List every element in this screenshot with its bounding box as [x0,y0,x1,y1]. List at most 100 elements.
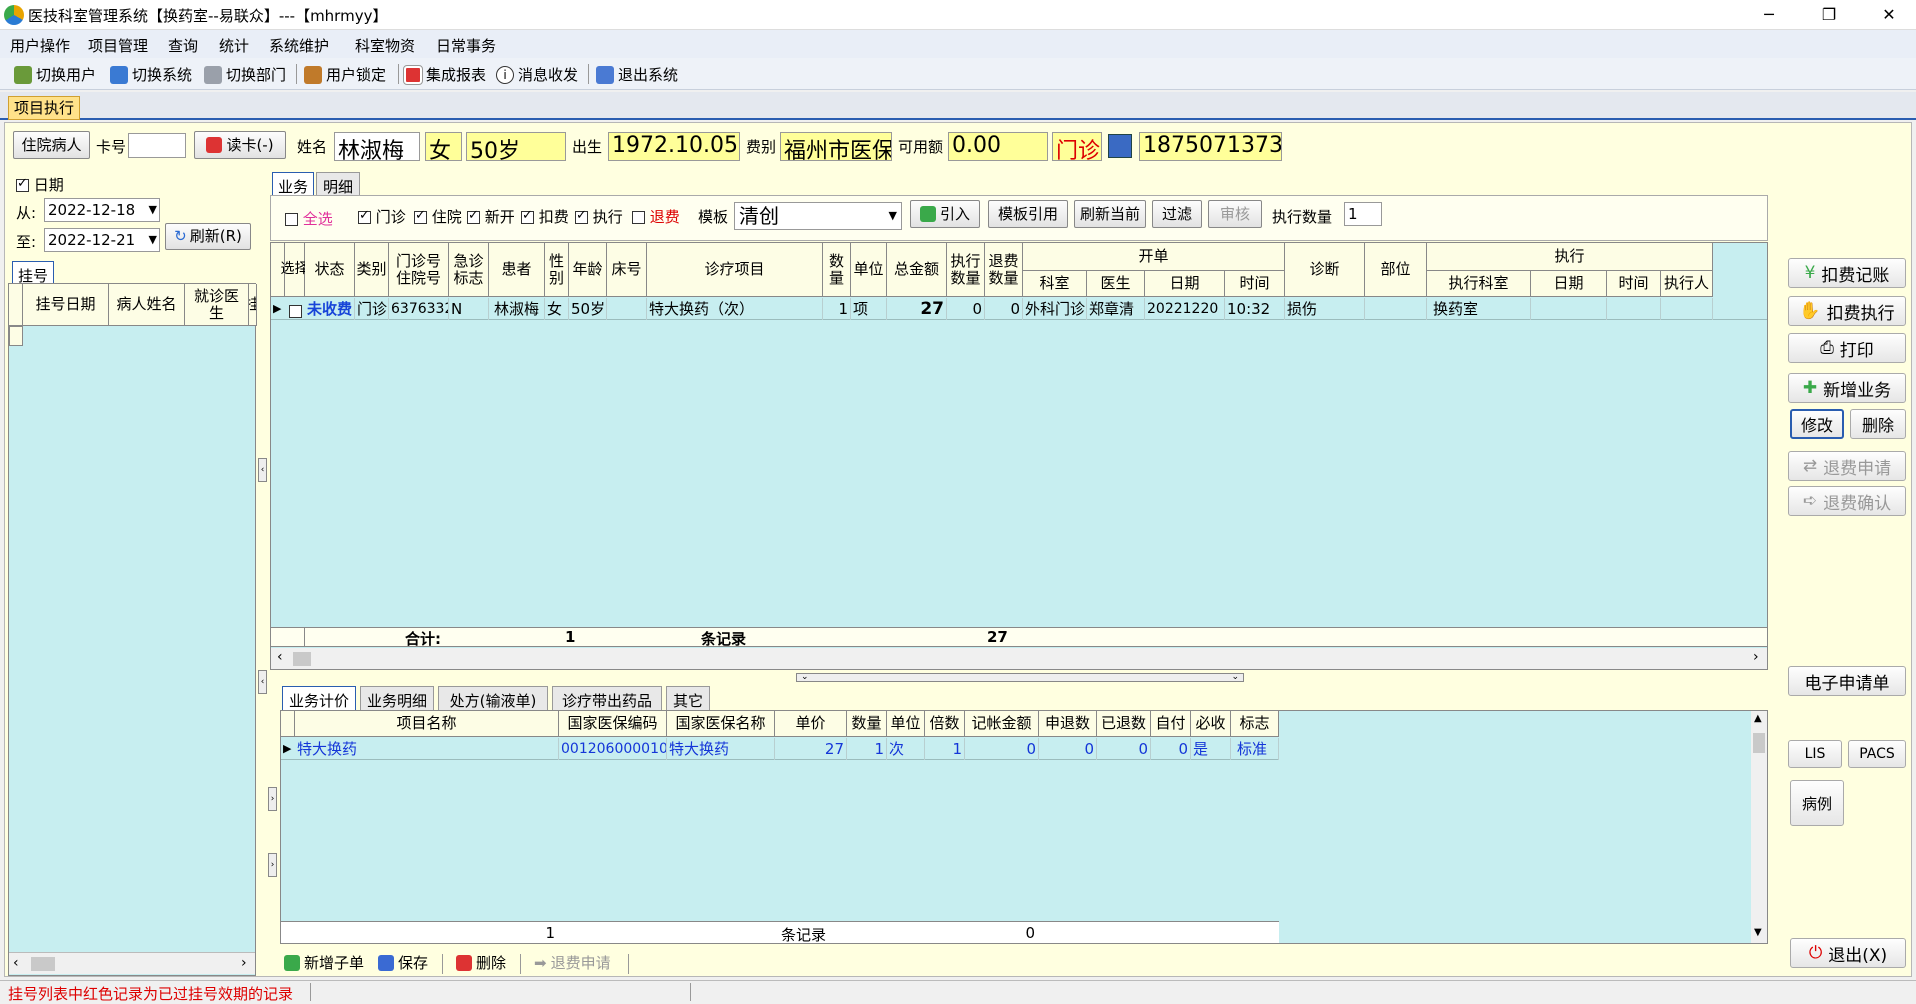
import-button[interactable]: 引入 [910,200,980,228]
col-treatment[interactable]: 诊疗项目 [647,243,823,297]
refund-apply-button[interactable]: ➡ 退费申请 [534,952,611,973]
menu-query[interactable]: 查询 [168,35,198,56]
scroll-right-icon[interactable]: › [241,955,247,971]
col-emergency[interactable]: 急诊 标志 [449,243,489,297]
add-sub-order-button[interactable]: 新增子单 [284,952,364,973]
scroll-up-icon[interactable]: ▲ [1754,713,1762,724]
integrated-report-button[interactable]: 集成报表 [403,64,486,85]
col-dept[interactable]: 科室 [1023,271,1087,297]
scroll-thumb[interactable] [31,957,55,971]
col-select[interactable]: 选择 [281,243,309,297]
electronic-request-button[interactable]: 电子申请单 [1788,666,1906,696]
tab-business[interactable]: 业务 [272,172,314,196]
refund-apply-side-button[interactable]: ⇄ 退费申请 [1788,451,1906,481]
horizontal-scrollbar[interactable]: ‹ › [9,952,255,974]
horizontal-scrollbar[interactable]: ‹ › [271,648,1767,669]
new-business-button[interactable]: ✚ 新增业务 [1788,373,1906,403]
card-number-input[interactable] [128,133,186,158]
refund-checkbox[interactable]: 退费 [632,206,680,227]
menu-project-mgmt[interactable]: 项目管理 [88,35,148,56]
outpatient-checkbox[interactable]: 门诊 [358,206,406,227]
col-billed-amount[interactable]: 记帐金额 [965,711,1039,737]
lis-button[interactable]: LIS [1788,740,1842,768]
vertical-splitter[interactable]: ⌄ ⌄ [796,673,1244,682]
row-select-checkbox[interactable] [289,302,302,320]
col-bed[interactable]: 床号 [607,243,647,297]
patient-type-button[interactable]: 住院病人 [13,131,90,159]
col-patient-name[interactable]: 病人姓名 [109,284,185,326]
refresh-button[interactable]: ↻ 刷新(R) [165,223,251,250]
col-insurance-code[interactable]: 国家医保编码 [559,711,667,737]
col-insurance-name[interactable]: 国家医保名称 [667,711,775,737]
col-doctor[interactable]: 就诊医生 [185,284,249,326]
col-executor[interactable]: 执行人 [1661,271,1713,297]
modify-button[interactable]: 修改 [1790,409,1844,439]
col-site[interactable]: 部位 [1365,243,1427,297]
expand-right-icon[interactable]: › [268,853,277,877]
scroll-thumb[interactable] [1753,733,1765,753]
col-diagnosis[interactable]: 诊断 [1285,243,1365,297]
audit-button[interactable]: 审核 [1208,200,1262,228]
table-row[interactable]: ▶ 特大换药 001206000010 特大换药 27 1 次 1 0 0 0 … [281,738,1279,760]
col-refund-qty[interactable]: 退费 数量 [985,243,1023,297]
template-select[interactable]: 清创 ▼ [734,202,902,230]
scroll-left-icon[interactable]: ‹ [277,649,283,665]
scroll-right-icon[interactable]: › [1753,649,1759,665]
menu-sys-maint[interactable]: 系统维护 [269,35,329,56]
col-total[interactable]: 总金额 [887,243,947,297]
col-patient[interactable]: 患者 [489,243,545,297]
user-lock-button[interactable]: 用户锁定 [304,64,386,85]
select-all-checkbox[interactable]: 全选 [285,208,333,229]
col-exec-qty[interactable]: 执行 数量 [947,243,985,297]
col-age[interactable]: 年龄 [569,243,607,297]
maximize-button[interactable]: ❐ [1806,0,1852,30]
col-qty[interactable]: 数量 [823,243,851,297]
col-flag[interactable]: 标志 [1231,711,1279,737]
col-doctor[interactable]: 医生 [1087,271,1145,297]
delete-button[interactable]: 删除 [456,952,506,973]
save-button[interactable]: 保存 [378,952,428,973]
scroll-down-icon[interactable]: ▼ [1754,927,1762,938]
tab-biz-pricing[interactable]: 业务计价 [282,686,356,710]
col-exec-date[interactable]: 日期 [1531,271,1607,297]
col-refunded[interactable]: 已退数 [1097,711,1151,737]
menu-statistics[interactable]: 统计 [219,35,249,56]
deduct-checkbox[interactable]: 扣费 [521,206,569,227]
template-ref-button[interactable]: 模板引用 [988,200,1068,228]
deduct-exec-button[interactable]: ✋ 扣费执行 [1788,296,1906,326]
tab-other[interactable]: 其它 [666,686,710,710]
col-time[interactable]: 时间 [1225,271,1285,297]
col-status[interactable]: 状态 [305,243,355,297]
col-self-pay[interactable]: 自付 [1151,711,1191,737]
col-reg-date[interactable]: 挂号日期 [23,284,109,326]
close-button[interactable]: ✕ [1866,0,1912,30]
collapse-left-icon[interactable]: ‹ [258,670,267,694]
col-refund-req[interactable]: 申退数 [1039,711,1097,737]
menu-daily-affairs[interactable]: 日常事务 [436,35,496,56]
tab-project-execute[interactable]: 项目执行 [8,96,80,120]
date-filter-checkbox[interactable]: 日期 [16,174,64,195]
col-required[interactable]: 必收 [1191,711,1231,737]
deduct-bill-button[interactable]: ¥ 扣费记账 [1788,258,1906,288]
col-category[interactable]: 类别 [355,243,389,297]
menu-dept-supplies[interactable]: 科室物资 [355,35,415,56]
tab-registration[interactable]: 挂号 [12,261,54,285]
menu-user-ops[interactable]: 用户操作 [10,35,70,56]
exec-checkbox[interactable]: 执行 [575,206,623,227]
col-sex[interactable]: 性别 [545,243,569,297]
table-row[interactable]: ▶ 未收费 门诊 6376332 N 林淑梅 女 50岁 特大换药（次） 1 项… [271,298,1767,320]
col-unit[interactable]: 单位 [851,243,887,297]
collapse-left-icon[interactable]: ‹ [258,458,267,482]
switch-dept-button[interactable]: 切换部门 [204,64,286,85]
read-card-button[interactable]: 读卡(-) [194,131,286,159]
case-record-button[interactable]: 病例 [1790,780,1844,826]
col-unit[interactable]: 单位 [887,711,925,737]
side-delete-button[interactable]: 删除 [1850,409,1906,439]
expand-right-icon[interactable]: › [268,787,277,811]
exec-qty-input[interactable]: 1 [1344,202,1382,226]
col-quantity[interactable]: 数量 [847,711,887,737]
print-button[interactable]: ⎙ 打印 [1788,333,1906,363]
tab-detail[interactable]: 明细 [316,172,360,196]
messages-button[interactable]: i 消息收发 [496,64,578,85]
new-order-checkbox[interactable]: 新开 [467,206,515,227]
